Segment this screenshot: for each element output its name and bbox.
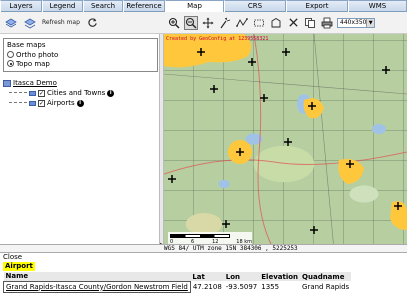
- measure-distance-icon[interactable]: [235, 16, 249, 30]
- refresh-icon[interactable]: [86, 16, 99, 29]
- tab-wms[interactable]: WMS: [348, 0, 407, 12]
- copy-icon[interactable]: [303, 16, 317, 30]
- tree-item-airports: ✓ Airports i: [3, 98, 158, 108]
- basemaps-title: Base maps: [7, 41, 46, 49]
- tab-export[interactable]: Export: [286, 0, 348, 12]
- clear-icon[interactable]: [286, 16, 300, 30]
- result-quadname: Grand Rapids: [302, 282, 350, 291]
- layer-remove-icon[interactable]: [23, 16, 36, 29]
- cities-checkbox[interactable]: ✓: [38, 89, 45, 97]
- airports-label[interactable]: Airports: [47, 99, 75, 107]
- airport-zone[interactable]: [303, 98, 324, 119]
- results-panel: Close Airport Name Lat Lon Elevation Qua…: [0, 253, 407, 300]
- results-table: Name Lat Lon Elevation Quadname Grand Ra…: [3, 272, 352, 293]
- draw-polygon-icon[interactable]: [269, 16, 283, 30]
- ortho-label: Ortho photo: [16, 50, 59, 59]
- close-results-link[interactable]: Close: [3, 253, 22, 261]
- status-bar: WGS 84/ UTM zone 15N 384306 , 5225253: [0, 244, 407, 253]
- info-icon[interactable]: i: [76, 99, 84, 107]
- app-window: Layers Legend Search Reference Map CRS E…: [0, 0, 407, 300]
- layers-panel: Base maps Ortho photo Topo map Itasca De…: [0, 34, 159, 250]
- chevron-down-icon[interactable]: ▼: [366, 18, 374, 27]
- zoom-out-icon[interactable]: [184, 15, 198, 30]
- tab-search[interactable]: Search: [83, 0, 123, 12]
- tree-root-itasca[interactable]: Itasca Demo: [3, 78, 158, 88]
- col-lat: Lat: [192, 272, 205, 281]
- map-toolbar: 440x350 ▼: [163, 12, 407, 34]
- col-name: Name: [5, 272, 29, 281]
- identify-icon[interactable]: [218, 16, 232, 30]
- tree-connector: [9, 89, 27, 93]
- map-size-value: 440x350: [340, 19, 367, 26]
- zoom-in-icon[interactable]: [167, 16, 181, 30]
- tab-bar: Layers Legend Search Reference Map CRS E…: [0, 0, 407, 13]
- ortho-radio[interactable]: [7, 51, 14, 58]
- col-elevation: Elevation: [261, 272, 299, 281]
- refresh-map-label[interactable]: Refresh map: [42, 19, 80, 26]
- result-name-link[interactable]: Grand Rapids-Itasca County/Gordon Newstr…: [3, 280, 191, 293]
- info-icon[interactable]: i: [107, 89, 115, 97]
- table-row[interactable]: Grand Rapids-Itasca County/Gordon Newstr…: [3, 280, 352, 293]
- tree-root-label[interactable]: Itasca Demo: [13, 79, 57, 87]
- airport-zone[interactable]: [338, 159, 364, 184]
- tab-legend[interactable]: Legend: [42, 0, 83, 12]
- tree-connector: [9, 99, 27, 103]
- airport-markers: [168, 48, 402, 234]
- map-canvas[interactable]: Created by GeoConfig at 1239558321 0 6 1…: [164, 34, 407, 250]
- scale-bar-graphic: [170, 234, 230, 238]
- map-group-icon: [3, 79, 11, 87]
- coordinate-readout: WGS 84/ UTM zone 15N 384306 , 5225253: [164, 245, 298, 252]
- tree-item-cities: ✓ Cities and Towns i: [3, 88, 158, 98]
- topo-label: Topo map: [16, 59, 50, 68]
- map-credit: Created by GeoConfig at 1239558321: [166, 36, 269, 42]
- col-lon: Lon: [225, 272, 241, 281]
- layer-icon: [29, 100, 36, 106]
- pan-icon[interactable]: [201, 16, 215, 30]
- result-layer-title: Airport: [3, 262, 35, 271]
- layer-icon: [29, 90, 36, 96]
- map-overlay: [164, 34, 407, 250]
- tab-crs[interactable]: CRS: [224, 0, 286, 12]
- tab-layers[interactable]: Layers: [0, 0, 42, 12]
- results-header-row: Name Lat Lon Elevation Quadname: [3, 272, 352, 281]
- cities-label[interactable]: Cities and Towns: [47, 89, 105, 97]
- basemap-option-ortho[interactable]: Ortho photo: [7, 50, 154, 59]
- col-quadname: Quadname: [302, 272, 345, 281]
- result-lon: -93.5097: [225, 282, 258, 291]
- layer-add-icon[interactable]: [4, 16, 17, 29]
- print-icon[interactable]: [320, 16, 334, 30]
- airports-checkbox[interactable]: ✓: [38, 99, 45, 107]
- measure-area-icon[interactable]: [252, 16, 266, 30]
- layers-toolbar: Refresh map: [0, 12, 163, 34]
- basemaps-group: Base maps Ortho photo Topo map: [3, 38, 158, 72]
- layer-tree: Itasca Demo ✓ Cities and Towns i ✓ Airpo…: [3, 78, 158, 108]
- map-size-select[interactable]: 440x350 ▼: [337, 17, 375, 28]
- result-elevation: 1355: [261, 282, 280, 291]
- result-lat: 47.2108: [192, 282, 222, 291]
- tab-reference[interactable]: Reference: [123, 0, 165, 12]
- basemap-option-topo[interactable]: Topo map: [7, 59, 154, 68]
- topo-radio[interactable]: [7, 60, 14, 67]
